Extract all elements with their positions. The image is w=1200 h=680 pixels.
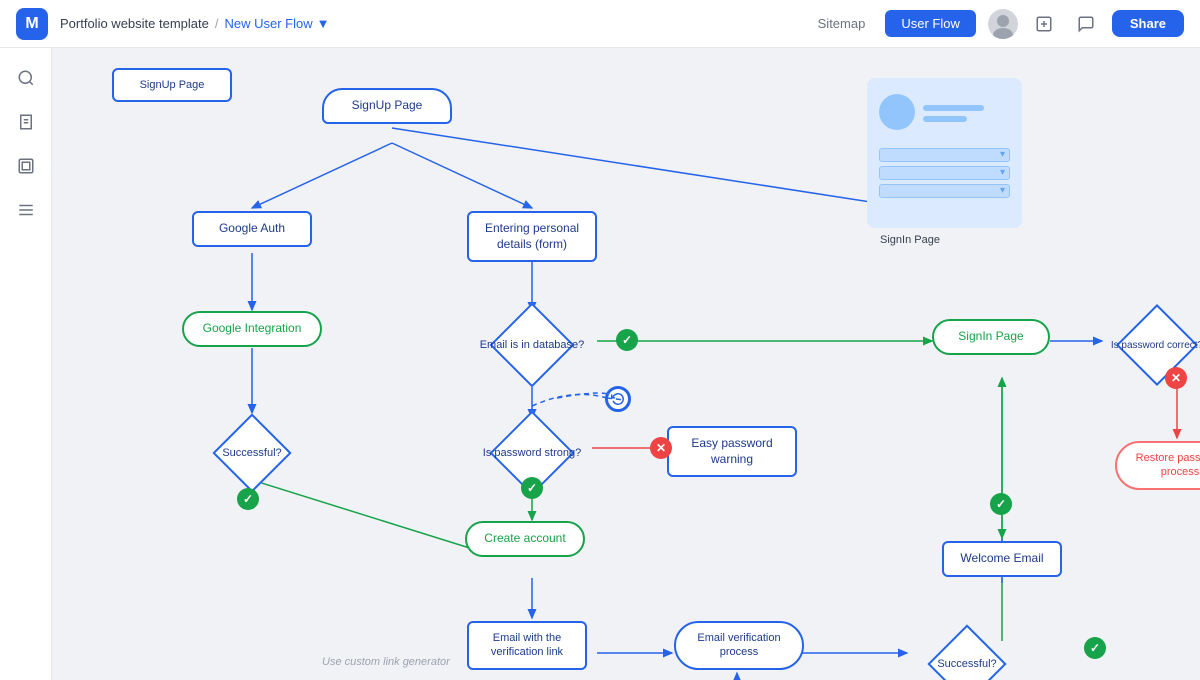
share-button[interactable]: Share: [1112, 10, 1184, 37]
avatar: [988, 9, 1018, 39]
signup-page-top-node: SignUp Page: [322, 88, 452, 124]
flow-arrows: [52, 48, 1200, 680]
welcome-email-node: Welcome Email: [942, 541, 1062, 577]
badge-password-strong-no: ✕: [650, 437, 672, 459]
tab-sitemap[interactable]: Sitemap: [802, 10, 882, 37]
entering-personal-node: Entering personal details (form): [467, 211, 597, 262]
signin-page-thumb-label: SignIn Page: [880, 233, 940, 247]
create-account-node: Create account: [465, 521, 585, 557]
signin-page-thumb: [867, 78, 1022, 228]
is-password-correct-node: Is password correct?: [1097, 305, 1200, 385]
email-verification-node: Email verification process: [674, 621, 804, 670]
logo: M: [16, 8, 48, 40]
canvas[interactable]: SignUp Page SignUp Page Sign: [52, 48, 1200, 680]
breadcrumb-separator: /: [215, 16, 219, 31]
email-in-db-node: Email is in database?: [467, 305, 597, 385]
email-with-link-node: Email with the verification link: [467, 621, 587, 670]
badge-successful-right-yes: ✓: [1084, 637, 1106, 659]
badge-successful-left-yes: ✓: [237, 488, 259, 510]
dashed-arrows: [52, 48, 1200, 680]
sidebar-components[interactable]: [8, 192, 44, 228]
successful-right-node: Successful?: [907, 626, 1027, 680]
restore-password-node: Restore password process: [1115, 441, 1200, 490]
badge-welcome-email: ✓: [990, 493, 1012, 515]
sidebar: [0, 48, 52, 680]
tab-user-flow[interactable]: User Flow: [885, 10, 976, 37]
comment-button[interactable]: [1070, 8, 1102, 40]
badge-loop-refresh: [605, 386, 631, 412]
annotation-text: Use custom link generator: [322, 656, 450, 668]
flow-name[interactable]: New User Flow ▼: [224, 16, 329, 31]
sidebar-layers[interactable]: [8, 148, 44, 184]
signin-page-node: SignIn Page: [932, 319, 1050, 355]
header-actions: Share: [988, 8, 1184, 40]
google-integration-node: Google Integration: [182, 311, 322, 347]
signup-page-left-node: SignUp Page: [112, 68, 232, 102]
google-auth-node: Google Auth: [192, 211, 312, 247]
flow-diagram: SignUp Page SignUp Page Sign: [52, 48, 1200, 680]
sidebar-pages[interactable]: [8, 104, 44, 140]
sidebar-search[interactable]: [8, 60, 44, 96]
badge-email-db-yes: ✓: [616, 329, 638, 351]
export-button[interactable]: [1028, 8, 1060, 40]
app-header: M Portfolio website template / New User …: [0, 0, 1200, 48]
successful-left-node: Successful?: [202, 413, 302, 493]
easy-password-node: Easy password warning: [667, 426, 797, 477]
nav-tabs: Sitemap User Flow: [802, 10, 976, 37]
project-name: Portfolio website template: [60, 16, 209, 31]
breadcrumb: Portfolio website template / New User Fl…: [60, 16, 329, 31]
is-password-strong-node: Is password strong?: [467, 413, 597, 493]
